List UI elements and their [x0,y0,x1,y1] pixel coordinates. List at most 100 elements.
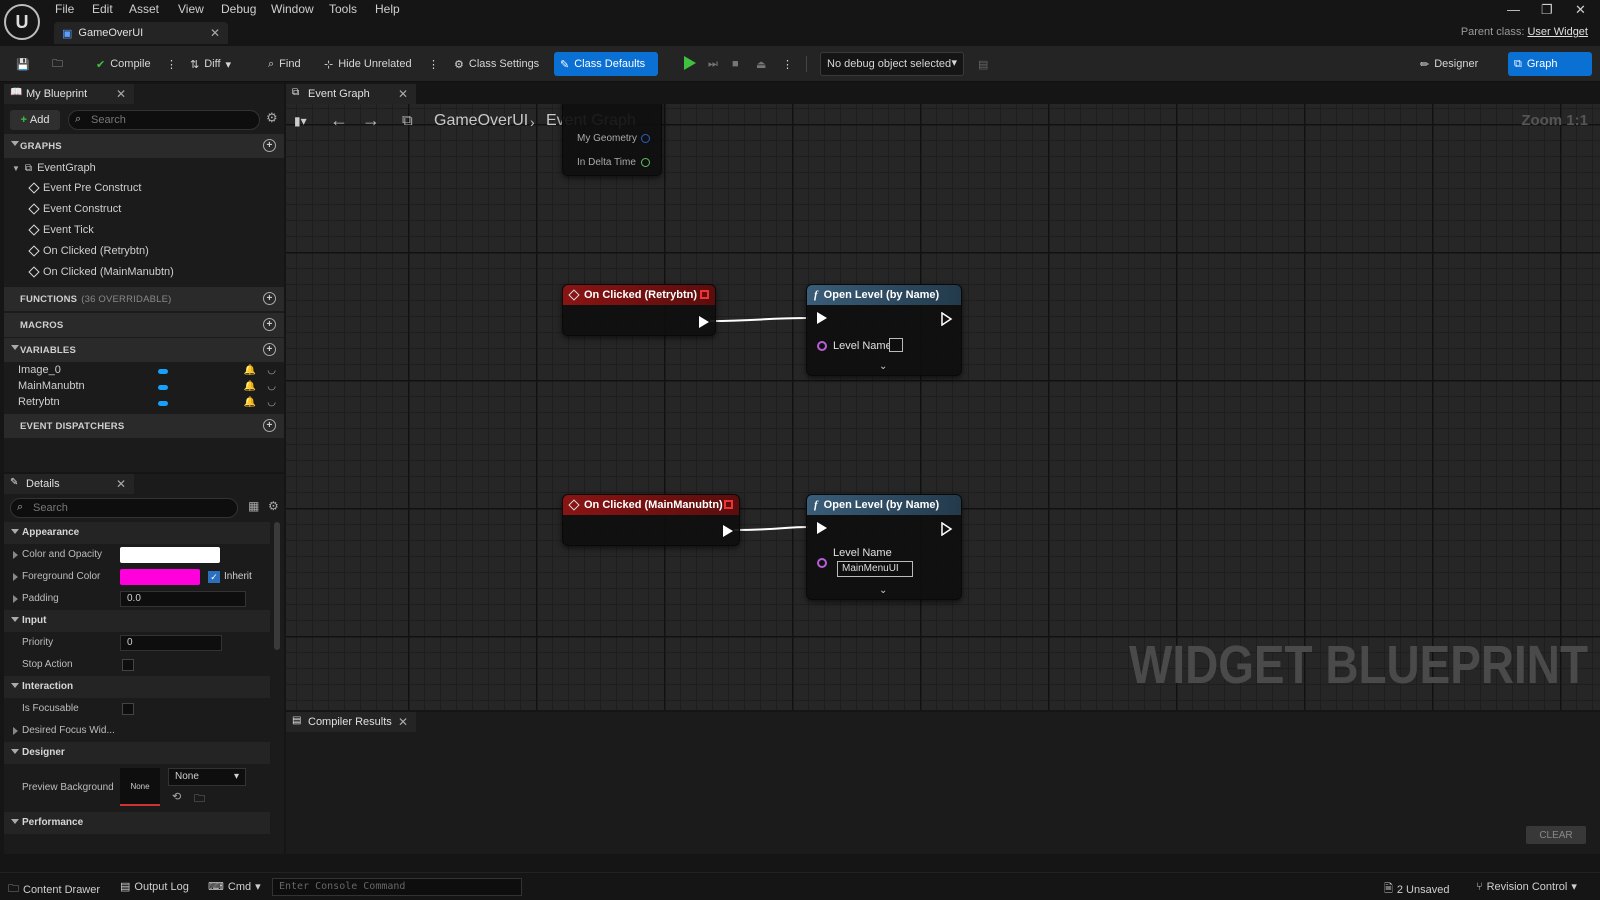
reset-arrow-icon[interactable]: ⟲ [172,790,181,803]
category-input[interactable]: Input [4,610,270,632]
menu-tools[interactable]: Tools [329,2,357,16]
section-graphs[interactable]: GRAPHS + [4,134,284,158]
parent-class-link[interactable]: User Widget [1527,26,1588,38]
section-event-dispatchers[interactable]: EVENT DISPATCHERS + [4,414,284,438]
close-tab-icon[interactable]: ✕ [398,87,408,101]
hide-unrelated-options-icon[interactable]: ⋮ [422,52,445,76]
hide-unrelated-button[interactable]: ⊹ Hide Unrelated [318,52,418,76]
browse-folder-icon[interactable]: 🗀 [194,790,205,809]
add-function-icon[interactable]: + [263,292,276,305]
revision-control-button[interactable]: ⑂ Revision Control ▾ [1476,880,1577,894]
expand-arrow-icon[interactable] [13,595,18,603]
menu-edit[interactable]: Edit [92,2,113,16]
menu-help[interactable]: Help [375,2,400,16]
exec-in-pin-icon[interactable] [817,312,827,324]
node-on-clicked-main[interactable]: On Clicked (MainManubtn) [562,494,740,546]
event-item-on-clicked-retry[interactable]: On Clicked (Retrybtn) [28,245,149,257]
menu-debug[interactable]: Debug [221,2,256,16]
eject-icon[interactable]: ⏏ [750,52,772,76]
gear-icon[interactable]: ⚙ [266,110,278,126]
menu-file[interactable]: File [55,2,74,16]
exec-out-hollow-pin-icon[interactable] [941,312,953,326]
advanced-chevron-down-icon[interactable]: ⌄ [879,361,887,372]
compile-options-icon[interactable]: ⋮ [160,52,183,76]
menu-view[interactable]: View [178,2,204,16]
cmd-button[interactable]: ⌨ Cmd ▾ [208,880,261,894]
event-item-on-clicked-main[interactable]: On Clicked (MainManubtn) [28,266,174,278]
graph-button[interactable]: ⧉ Graph [1508,52,1592,76]
add-variable-icon[interactable]: + [263,343,276,356]
details-search-input[interactable]: ⌕ Search [10,498,238,518]
replication-icon[interactable]: 🔔 [244,381,256,392]
compile-button[interactable]: ✔ Compile [90,52,157,76]
color-opacity-swatch[interactable] [120,547,220,563]
exec-out-hollow-pin-icon[interactable] [941,522,953,536]
exec-in-pin-icon[interactable] [817,522,827,534]
event-item-construct[interactable]: Event Construct [28,203,121,215]
preview-background-thumbnail[interactable]: None [120,768,160,806]
category-performance[interactable]: Performance [4,812,270,834]
menu-asset[interactable]: Asset [129,2,159,16]
replication-icon[interactable]: 🔔 [244,365,256,376]
variable-item-mainmanubtn[interactable]: MainManubtn 🔔 ◡ [18,380,280,396]
preview-background-select[interactable]: None ▾ [168,768,246,786]
delegate-pin-icon[interactable] [700,290,709,299]
event-item-tick[interactable]: Event Tick [28,224,94,236]
expand-arrow-icon[interactable] [13,727,18,735]
category-appearance[interactable]: Appearance [4,522,270,544]
add-graph-icon[interactable]: + [263,139,276,152]
step-icon[interactable]: ⏭ [702,52,724,76]
tab-event-graph[interactable]: ⧉ Event Graph ✕ [286,84,416,104]
close-window-icon[interactable]: ✕ [1575,2,1586,18]
category-designer[interactable]: Designer [4,742,270,764]
restore-icon[interactable]: ❐ [1541,2,1553,18]
level-name-pin-icon[interactable] [817,341,827,351]
stop-icon[interactable]: ■ [726,52,745,76]
table-view-icon[interactable]: ▦ [248,499,259,513]
expand-arrow-icon[interactable] [13,551,18,559]
visibility-eye-icon[interactable]: ◡ [267,365,276,376]
exec-wire-main[interactable] [733,526,809,531]
close-tab-icon[interactable]: ✕ [116,87,126,101]
details-scrollbar[interactable] [274,522,280,650]
visibility-eye-icon[interactable]: ◡ [267,397,276,408]
padding-field[interactable]: 0.0 [120,591,246,607]
save-button[interactable]: 💾 [10,52,36,76]
document-tab-gameoverui[interactable]: ▣ GameOverUI ✕ [54,22,228,44]
find-button[interactable]: ⌕ Find [262,52,307,76]
gear-icon[interactable]: ⚙ [268,499,279,513]
advanced-chevron-down-icon[interactable]: ⌄ [879,585,887,596]
console-command-input[interactable]: Enter Console Command [272,878,522,896]
level-name-input[interactable] [889,338,903,352]
debug-object-select[interactable]: No debug object selected ▾ [820,52,964,76]
class-settings-button[interactable]: ⚙ Class Settings [448,52,545,76]
section-variables[interactable]: VARIABLES + [4,338,284,362]
expand-arrow-icon[interactable] [13,573,18,581]
node-open-level-2[interactable]: f Open Level (by Name) Level Name MainMe… [806,494,962,600]
unreal-logo-icon[interactable]: U [4,4,40,40]
variable-item-image0[interactable]: Image_0 🔔 ◡ [18,364,280,380]
class-defaults-button[interactable]: ✎ Class Defaults [554,52,658,76]
designer-button[interactable]: ✏ Designer [1414,52,1484,76]
tab-compiler-results[interactable]: ▤ Compiler Results ✕ [286,712,416,732]
play-icon[interactable] [684,56,696,70]
close-tab-icon[interactable]: ✕ [210,26,220,40]
add-macro-icon[interactable]: + [263,318,276,331]
tab-my-blueprint[interactable]: 📖 My Blueprint ✕ [4,84,134,104]
category-interaction[interactable]: Interaction [4,676,270,698]
graph-canvas[interactable]: ▮▾ ← → ⧉ GameOverUI › Event Graph Zoom 1… [286,104,1600,710]
unsaved-button[interactable]: 🗎 2 Unsaved [1384,880,1449,899]
add-dispatcher-icon[interactable]: + [263,419,276,432]
exec-out-pin-icon[interactable] [699,316,709,328]
variable-item-retrybtn[interactable]: Retrybtn 🔔 ◡ [18,396,280,412]
exec-wire-retry[interactable] [709,317,809,322]
play-options-icon[interactable]: ⋮ [776,52,799,76]
graph-item-eventgraph[interactable]: ▼ ⧉ EventGraph [12,162,96,174]
minimize-icon[interactable]: — [1507,2,1520,17]
content-drawer-button[interactable]: 🗀 Content Drawer [8,880,100,899]
level-name-input[interactable]: MainMenuUI [837,561,913,577]
debug-filter-icon[interactable]: ▤ [972,52,994,76]
clear-button[interactable]: CLEAR [1526,826,1586,844]
add-button[interactable]: + Add [10,110,60,130]
priority-field[interactable]: 0 [120,635,222,651]
